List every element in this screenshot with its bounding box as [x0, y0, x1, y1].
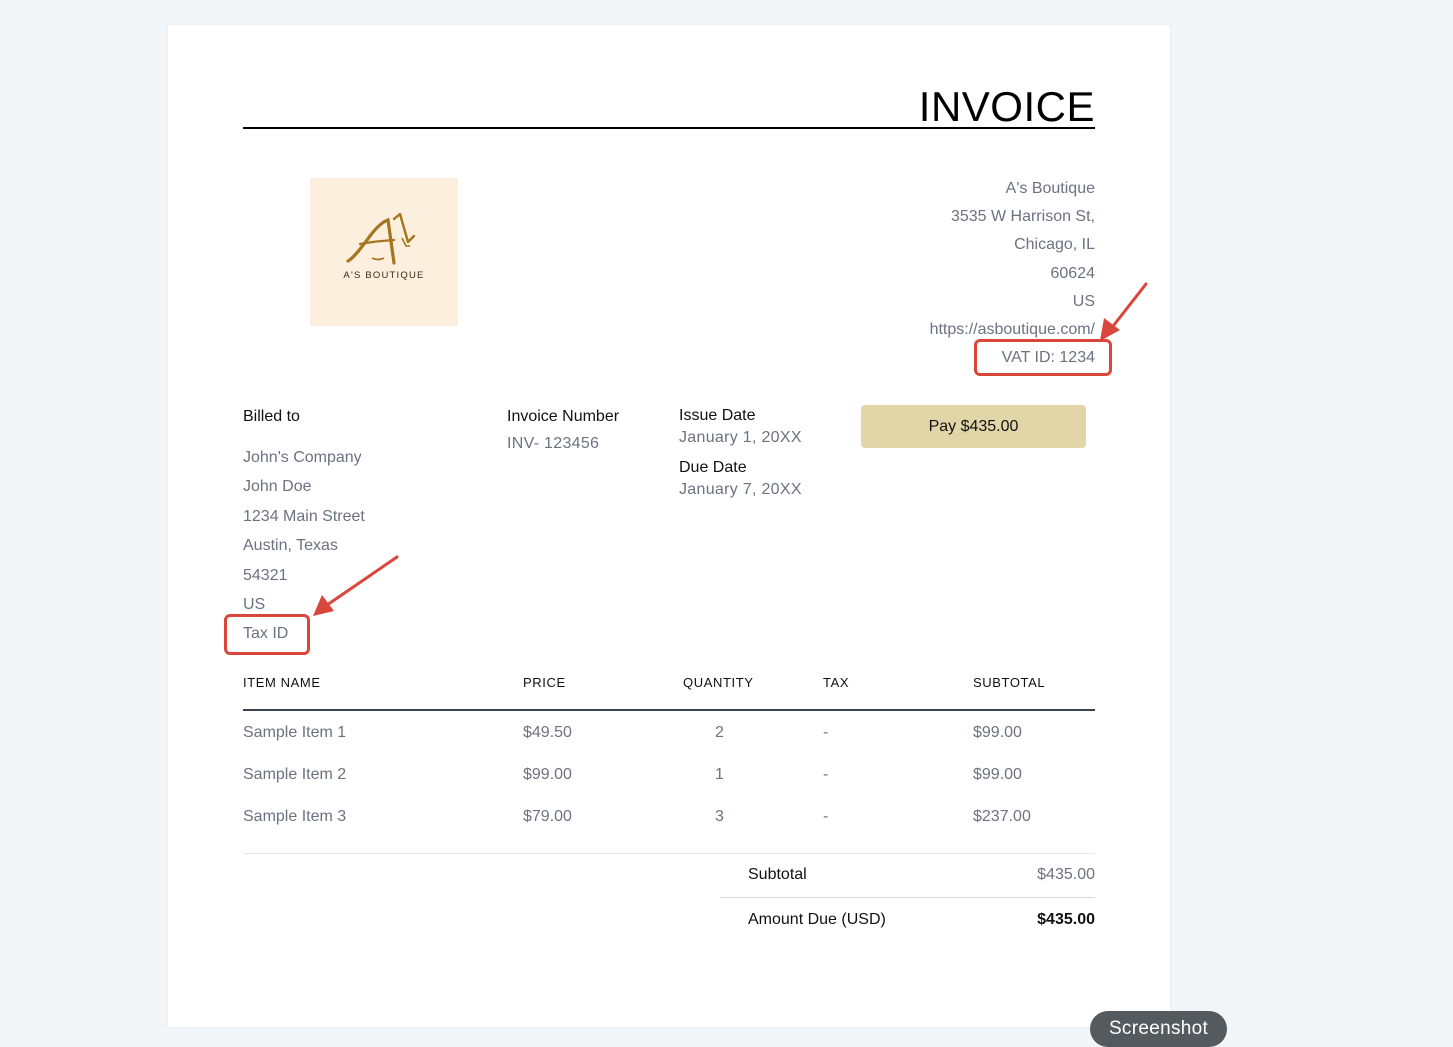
amount-due-label: Amount Due (USD) [748, 911, 886, 928]
subtotal-label: Subtotal [748, 866, 807, 883]
invoice-number-block: Invoice Number INV- 123456 [507, 408, 619, 453]
quantity-cell: 2 [715, 724, 724, 741]
price-cell: $79.00 [523, 808, 572, 825]
price-cell: $99.00 [523, 766, 572, 783]
client-city: Austin, Texas [243, 537, 338, 555]
dates-block: Issue Date January 1, 20XX Due Date Janu… [679, 407, 802, 499]
vat-id-highlight-box [974, 339, 1112, 376]
seller-zip: 60624 [1050, 264, 1096, 282]
quantity-cell: 1 [715, 766, 724, 783]
due-date-label: Due Date [679, 459, 747, 476]
table-row: Sample Item 3 $79.00 3 - $237.00 [243, 808, 1095, 832]
title-divider [243, 127, 1095, 129]
issue-date-label: Issue Date [679, 407, 756, 424]
item-name-cell: Sample Item 1 [243, 724, 347, 741]
subtotal-value: $435.00 [1037, 866, 1095, 883]
column-header-tax: TAX [823, 675, 850, 690]
invoice-number-value: INV- 123456 [507, 435, 600, 452]
price-cell: $49.50 [523, 724, 572, 741]
seller-name: A's Boutique [1005, 180, 1095, 197]
column-header-price: PRICE [523, 675, 566, 690]
amount-due-value: $435.00 [1037, 911, 1095, 928]
table-row: Sample Item 2 $99.00 1 - $99.00 [243, 766, 1095, 790]
screenshot-button[interactable]: Screenshot [1090, 1011, 1227, 1047]
subtotal-row: Subtotal $435.00 [720, 866, 1095, 890]
subtotal-cell: $99.00 [973, 724, 1022, 741]
invoice-paper: INVOICE A'S BOUTIQUE A's Boutique 3535 W… [168, 25, 1170, 1027]
tax-cell: - [823, 808, 829, 825]
client-company: John's Company [243, 449, 362, 466]
subtotal-cell: $99.00 [973, 766, 1022, 783]
billed-to-block: Billed to John's Company John Doe 1234 M… [243, 408, 365, 649]
client-name: John Doe [243, 478, 312, 496]
due-date-value: January 7, 20XX [679, 481, 802, 498]
boutique-logo: A'S BOUTIQUE [310, 178, 458, 326]
invoice-title: INVOICE [918, 83, 1095, 130]
pay-button[interactable]: Pay $435.00 [861, 405, 1086, 448]
client-zip: 54321 [243, 566, 288, 584]
quantity-cell: 3 [715, 808, 724, 825]
tax-cell: - [823, 766, 829, 783]
totals-divider [720, 897, 1095, 898]
column-header-quantity: QUANTITY [683, 675, 754, 690]
item-name-cell: Sample Item 2 [243, 766, 347, 783]
billed-to-label: Billed to [243, 408, 300, 425]
client-street: 1234 Main Street [243, 507, 365, 525]
logo-brand-text: A'S BOUTIQUE [343, 270, 425, 281]
amount-due-row: Amount Due (USD) $435.00 [720, 911, 1095, 935]
table-body-divider [243, 853, 1095, 854]
subtotal-cell: $237.00 [973, 808, 1031, 825]
item-name-cell: Sample Item 3 [243, 808, 347, 825]
column-header-subtotal: SUBTOTAL [973, 675, 1046, 690]
tax-cell: - [823, 724, 829, 741]
seller-street: 3535 W Harrison St, [950, 208, 1095, 226]
issue-date-value: January 1, 20XX [679, 429, 802, 446]
seller-city: Chicago, IL [1014, 236, 1095, 254]
table-row: Sample Item 1 $49.50 2 - $99.00 [243, 724, 1095, 748]
column-header-item-name: ITEM NAME [243, 675, 321, 690]
seller-country: US [1072, 292, 1095, 310]
boutique-monogram-icon [346, 212, 416, 265]
invoice-number-label: Invoice Number [507, 408, 620, 425]
table-header-divider [243, 709, 1095, 711]
tax-id-highlight-box [224, 614, 310, 655]
